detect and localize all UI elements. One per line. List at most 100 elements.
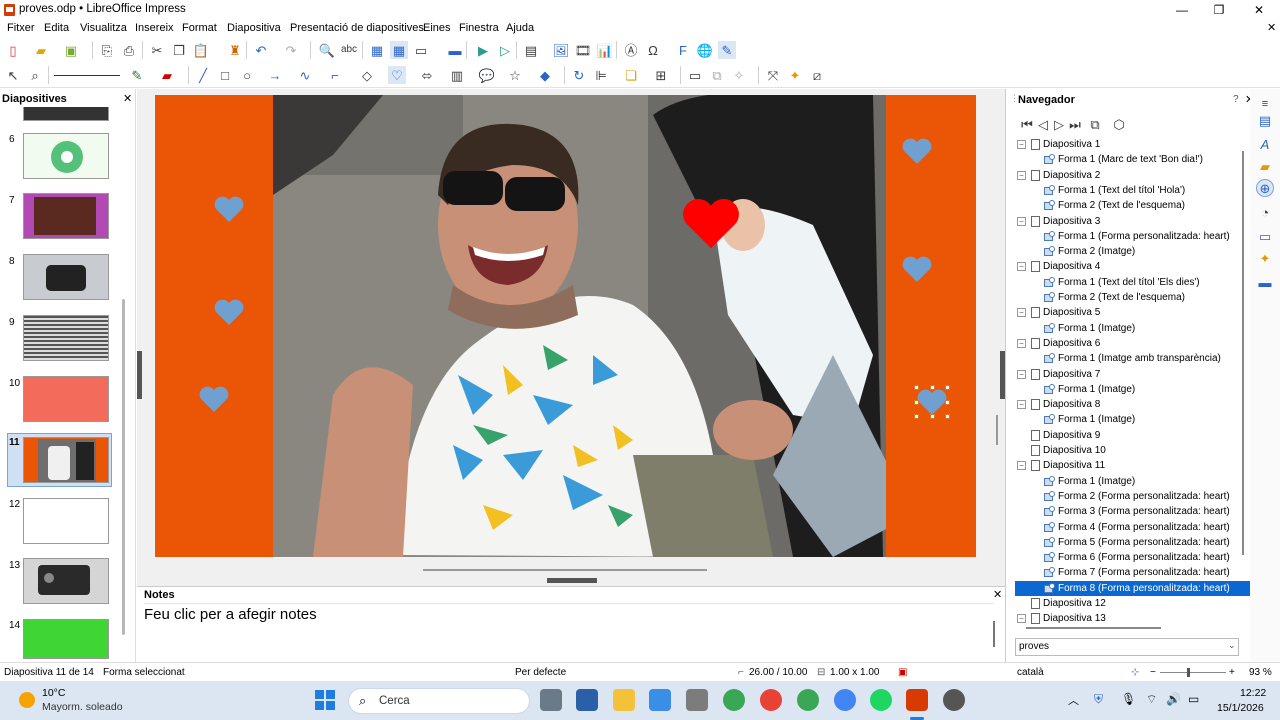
slide-thumbnail-10[interactable] — [23, 376, 109, 422]
crop-icon[interactable]: ⧉ — [708, 66, 726, 84]
fill-color-icon[interactable]: ▰ — [158, 66, 176, 84]
navigator-slide-item[interactable]: − Diapositiva 11 — [1015, 458, 1250, 473]
taskbar-search[interactable]: ⌕ Cerca — [348, 688, 530, 714]
zoom-level[interactable]: 93 % — [1249, 667, 1272, 678]
slide-thumbnail-13[interactable] — [23, 558, 109, 604]
resize-handle[interactable] — [945, 385, 950, 390]
chart-icon[interactable]: 📊 — [596, 41, 614, 59]
microphone-icon[interactable]: 🎙 — [1121, 692, 1136, 706]
heart-shape-5[interactable] — [901, 137, 933, 165]
battery-icon[interactable]: ▭ — [1188, 692, 1199, 706]
navigator-shape-item[interactable]: Forma 1 (Imatge) — [1015, 382, 1250, 397]
gallery-icon[interactable]: ▰ — [1256, 157, 1274, 175]
resize-handle[interactable] — [914, 400, 919, 405]
clock-date[interactable]: 15/1/2026 — [1217, 702, 1264, 714]
heart-shape-7[interactable] — [680, 195, 742, 251]
navigator-shape-item[interactable]: Forma 6 (Forma personalitzada: heart) — [1015, 550, 1250, 565]
navigator-shape-item[interactable]: Forma 1 (Imatge) — [1015, 321, 1250, 336]
curve-icon[interactable]: ∿ — [296, 66, 314, 84]
display-views-icon[interactable]: ▭ — [412, 41, 430, 59]
clone-formatting-icon[interactable]: ♜ — [226, 41, 244, 59]
heart-shape-4[interactable] — [198, 385, 230, 413]
menu-ajuda[interactable]: Ajuda — [506, 22, 534, 34]
chrome-profile-2-icon[interactable] — [797, 689, 819, 711]
navigator-shape-item[interactable]: Forma 1 (Imatge amb transparència) — [1015, 351, 1250, 366]
print-icon[interactable]: ⎙ — [120, 41, 138, 59]
cut-icon[interactable]: ✂ — [148, 41, 166, 59]
shapes-icon[interactable]: ◔ — [1256, 203, 1274, 221]
zoom-in-icon[interactable]: + — [1229, 667, 1235, 678]
panel-collapse-handle-left[interactable] — [137, 351, 142, 399]
close-notes-icon[interactable]: ✕ — [993, 588, 1002, 601]
app-books-icon[interactable] — [576, 689, 598, 711]
windows-start-icon[interactable] — [315, 690, 335, 710]
navigator-slide-item[interactable]: − Diapositiva 6 — [1015, 336, 1250, 351]
callouts-icon[interactable]: 💬 — [478, 66, 496, 84]
notes-scrollbar[interactable] — [993, 621, 995, 647]
app-icon[interactable] — [686, 689, 708, 711]
rotate-icon[interactable]: ↻ — [570, 66, 588, 84]
chrome-icon[interactable] — [723, 689, 745, 711]
clock-time[interactable]: 12:22 — [1240, 687, 1266, 699]
resize-handle[interactable] — [930, 414, 935, 419]
arrange-icon[interactable]: ❏ — [622, 66, 640, 84]
notes-collapse-handle[interactable] — [547, 578, 597, 583]
stars-icon[interactable]: ☆ — [506, 66, 524, 84]
3d-objects-icon[interactable]: ◆ — [536, 66, 554, 84]
open-icon[interactable]: ▰ — [32, 41, 50, 59]
align-icon[interactable]: ⊫ — [592, 66, 610, 84]
collapse-toggle-icon[interactable]: − — [1017, 262, 1026, 272]
slide-thumbnail-11[interactable] — [23, 437, 109, 483]
zoom-slider-handle[interactable] — [1187, 668, 1190, 677]
connector-icon[interactable]: ⌐ — [326, 66, 344, 84]
slide-thumbnail-12[interactable] — [23, 498, 109, 544]
collapse-toggle-icon[interactable]: − — [1017, 614, 1026, 624]
slide-thumbnail-9[interactable] — [23, 315, 109, 361]
current-slide[interactable] — [155, 95, 976, 557]
line-icon[interactable]: ╱ — [194, 66, 212, 84]
new-document-icon[interactable]: ▯ — [4, 41, 22, 59]
paste-icon[interactable]: 📋 — [192, 41, 210, 59]
image-icon[interactable]: 🖼 — [552, 41, 570, 59]
animation-icon[interactable]: ✦ — [1256, 249, 1274, 267]
libreoffice-impress-icon[interactable] — [906, 689, 928, 711]
start-first-slide-icon[interactable]: ▶ — [474, 41, 492, 59]
symbol-shapes-heart-icon[interactable]: ♡ — [388, 66, 406, 84]
collapse-toggle-icon[interactable]: − — [1017, 461, 1026, 471]
navigator-shape-item[interactable]: Forma 2 (Imatge) — [1015, 244, 1250, 259]
navigator-slide-item[interactable]: − Diapositiva 7 — [1015, 367, 1250, 382]
navigator-shape-item[interactable]: Forma 3 (Forma personalitzada: heart) — [1015, 504, 1250, 519]
horizontal-scrollbar[interactable] — [423, 569, 707, 571]
navigator-shape-item[interactable]: Forma 1 (Imatge) — [1015, 412, 1250, 427]
collapse-toggle-icon[interactable]: − — [1017, 170, 1026, 180]
defender-icon[interactable]: ⛨ — [1094, 692, 1103, 707]
vertical-scrollbar[interactable] — [996, 415, 998, 445]
slide-thumbnail-8[interactable] — [23, 254, 109, 300]
collapse-toggle-icon[interactable]: − — [1017, 216, 1026, 226]
zoom-icon[interactable]: ⌕ — [26, 66, 44, 84]
navigator-scrollbar[interactable] — [1242, 151, 1244, 555]
store-icon[interactable] — [649, 689, 671, 711]
navigator-shape-item[interactable]: Forma 2 (Text de l'esquema) — [1015, 198, 1250, 213]
notes-textarea[interactable]: Feu clic per a afegir notes — [144, 603, 994, 659]
menu-presentacio[interactable]: Presentació de diapositives — [290, 22, 424, 34]
navigator-slide-item[interactable]: − Diapositiva 2 — [1015, 168, 1250, 183]
navigator-shape-item[interactable]: Forma 1 (Text del títol 'Els dies') — [1015, 275, 1250, 290]
app-recorder-icon[interactable] — [943, 689, 965, 711]
export-pdf-icon[interactable]: ⎘ — [98, 41, 116, 59]
close-window-button[interactable]: ✕ — [1240, 1, 1278, 19]
navigator-shape-item[interactable]: Forma 4 (Forma personalitzada: heart) — [1015, 520, 1250, 535]
master-slides-icon[interactable]: ▬ — [1256, 273, 1274, 291]
close-panel-icon[interactable]: ✕ — [123, 92, 132, 105]
slide-thumbnail-14[interactable] — [23, 619, 109, 659]
navigator-slide-item[interactable]: Diapositiva 12 — [1015, 596, 1250, 611]
navigator-shape-item[interactable]: Forma 1 (Text del títol 'Hola') — [1015, 183, 1250, 198]
heart-shape-6[interactable] — [901, 255, 933, 283]
grid-icon[interactable]: ▦ — [368, 41, 386, 59]
chrome-profile-icon[interactable] — [760, 689, 782, 711]
slide-photo[interactable] — [273, 95, 886, 557]
collapse-toggle-icon[interactable]: − — [1017, 400, 1026, 410]
menu-eines[interactable]: Eines — [423, 22, 451, 34]
resize-handle[interactable] — [945, 414, 950, 419]
language-status[interactable]: català — [1017, 667, 1044, 678]
